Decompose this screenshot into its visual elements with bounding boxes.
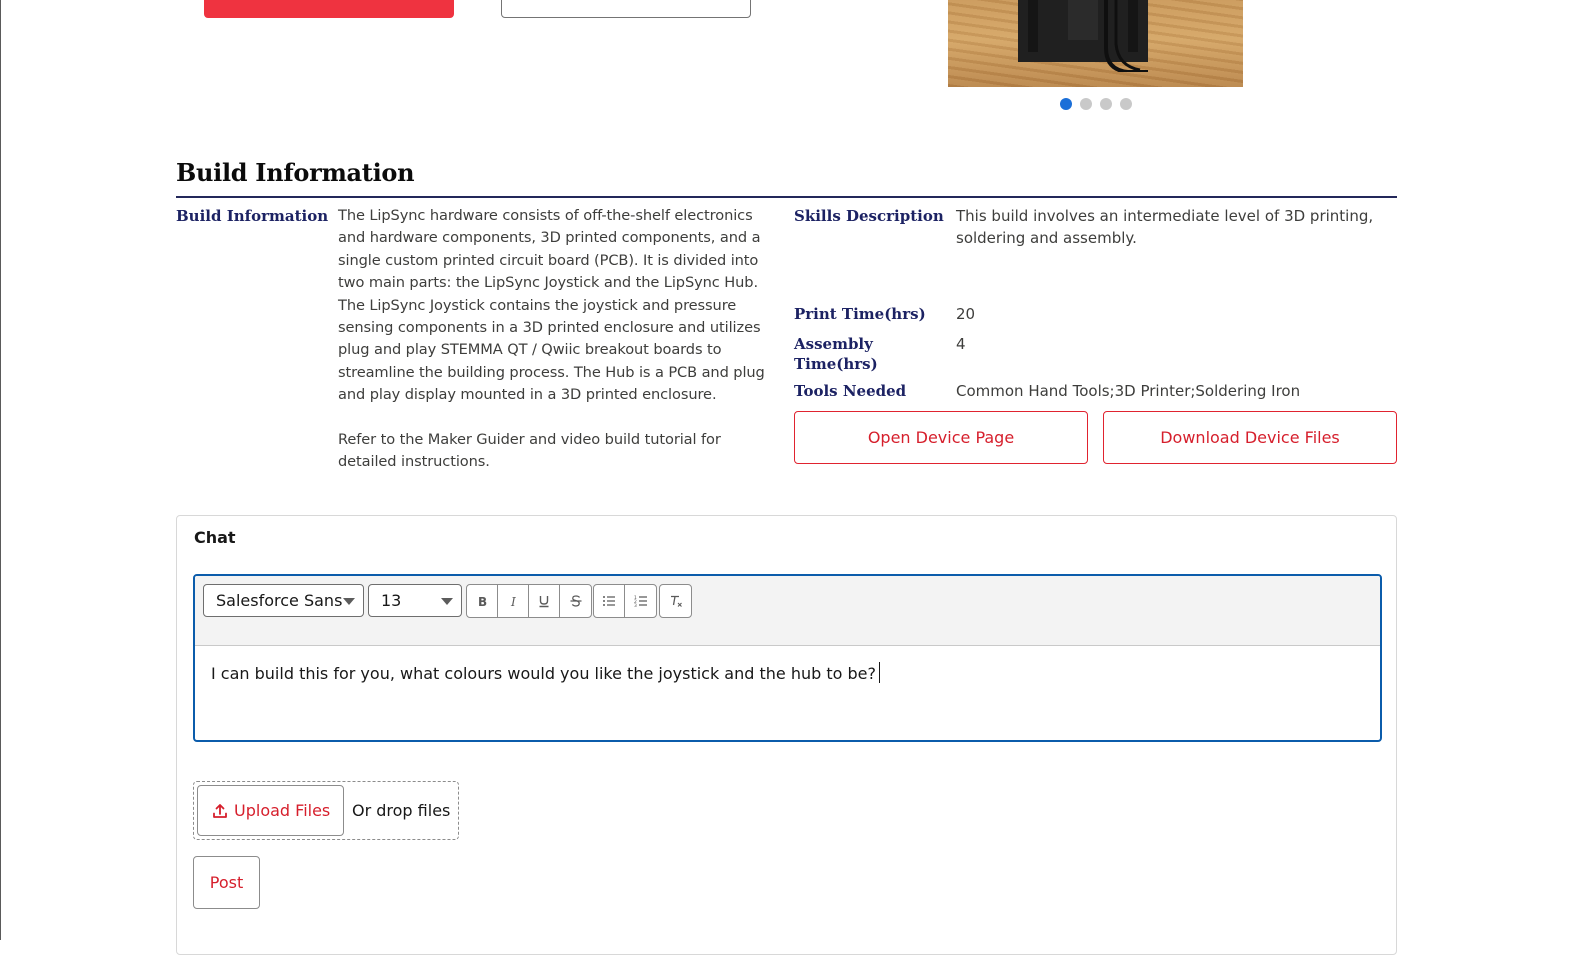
open-device-page-button[interactable]: Open Device Page xyxy=(794,411,1088,464)
drop-files-text: Or drop files xyxy=(352,801,451,820)
editor-toolbar: Salesforce Sans 13 B I 1 2 3 xyxy=(195,576,1380,646)
build-description-paragraph: The LipSync hardware consists of off-the… xyxy=(338,207,765,404)
strikethrough-button[interactable] xyxy=(560,585,591,617)
chevron-down-icon xyxy=(343,598,355,605)
upload-files-button[interactable]: Upload Files xyxy=(197,785,344,836)
build-description: The LipSync hardware consists of off-the… xyxy=(338,205,778,473)
device-photo xyxy=(948,0,1243,87)
strikethrough-icon xyxy=(570,595,581,607)
font-family-select[interactable]: Salesforce Sans xyxy=(203,584,364,617)
assembly-time-value: 4 xyxy=(956,335,966,353)
secondary-action-button[interactable] xyxy=(501,0,751,18)
build-information-heading: Build Information xyxy=(176,158,415,187)
numbered-list-icon: 123 xyxy=(634,595,647,608)
bulleted-list-button[interactable] xyxy=(594,585,625,617)
chat-title: Chat xyxy=(194,528,236,547)
section-divider xyxy=(176,196,1397,198)
numbered-list-button[interactable]: 123 xyxy=(625,585,656,617)
carousel-dot-2[interactable] xyxy=(1080,98,1092,110)
font-size-select[interactable]: 13 xyxy=(368,584,462,617)
underline-button[interactable] xyxy=(529,585,560,617)
svg-text:B: B xyxy=(478,595,487,608)
primary-action-button[interactable] xyxy=(204,0,454,18)
carousel-dot-1[interactable] xyxy=(1060,98,1072,110)
font-family-value: Salesforce Sans xyxy=(216,591,343,610)
message-input[interactable]: I can build this for you, what colours w… xyxy=(211,662,880,683)
post-button[interactable]: Post xyxy=(193,856,260,909)
carousel-indicator xyxy=(1060,98,1132,110)
bold-icon: B xyxy=(478,595,487,608)
svg-text:3: 3 xyxy=(634,603,637,608)
bold-button[interactable]: B xyxy=(467,585,498,617)
print-time-label: Print Time(hrs) xyxy=(794,305,926,323)
chevron-down-icon xyxy=(441,598,453,605)
build-description-paragraph: Refer to the Maker Guider and video buil… xyxy=(338,430,721,471)
tools-needed-value: Common Hand Tools;3D Printer;Soldering I… xyxy=(956,382,1301,400)
download-device-files-button[interactable]: Download Device Files xyxy=(1103,411,1397,464)
file-dropzone[interactable]: Upload Files Or drop files xyxy=(193,781,459,840)
text-cursor xyxy=(879,662,880,683)
bulleted-list-icon xyxy=(603,596,615,606)
clear-formatting-button[interactable] xyxy=(660,585,691,617)
page-left-border xyxy=(0,0,1,940)
message-text: I can build this for you, what colours w… xyxy=(211,664,876,683)
skills-description-value: This build involves an intermediate leve… xyxy=(956,207,1374,248)
rich-text-editor[interactable]: Salesforce Sans 13 B I 1 2 3 I can build… xyxy=(193,574,1382,742)
carousel-dot-3[interactable] xyxy=(1100,98,1112,110)
print-time-value: 20 xyxy=(956,305,976,323)
italic-icon: I xyxy=(510,595,516,608)
assembly-time-label: Assembly Time(hrs) xyxy=(794,335,878,373)
list-group: 123 xyxy=(593,584,657,618)
underline-icon xyxy=(539,596,549,608)
svg-text:I: I xyxy=(510,595,516,608)
clear-formatting-icon xyxy=(670,595,682,607)
chat-card: Chat Salesforce Sans 13 B I 1 2 3 I can … xyxy=(176,515,1397,955)
upload-files-label: Upload Files xyxy=(234,801,331,820)
italic-button[interactable]: I xyxy=(498,585,529,617)
skills-description-label: Skills Description xyxy=(794,207,944,225)
text-style-group: B I xyxy=(466,584,592,618)
build-information-label: Build Information xyxy=(176,207,329,225)
carousel-dot-4[interactable] xyxy=(1120,98,1132,110)
tools-needed-label: Tools Needed xyxy=(794,382,907,400)
font-size-value: 13 xyxy=(381,591,402,610)
clear-format-group xyxy=(659,584,692,618)
upload-icon xyxy=(213,804,227,818)
